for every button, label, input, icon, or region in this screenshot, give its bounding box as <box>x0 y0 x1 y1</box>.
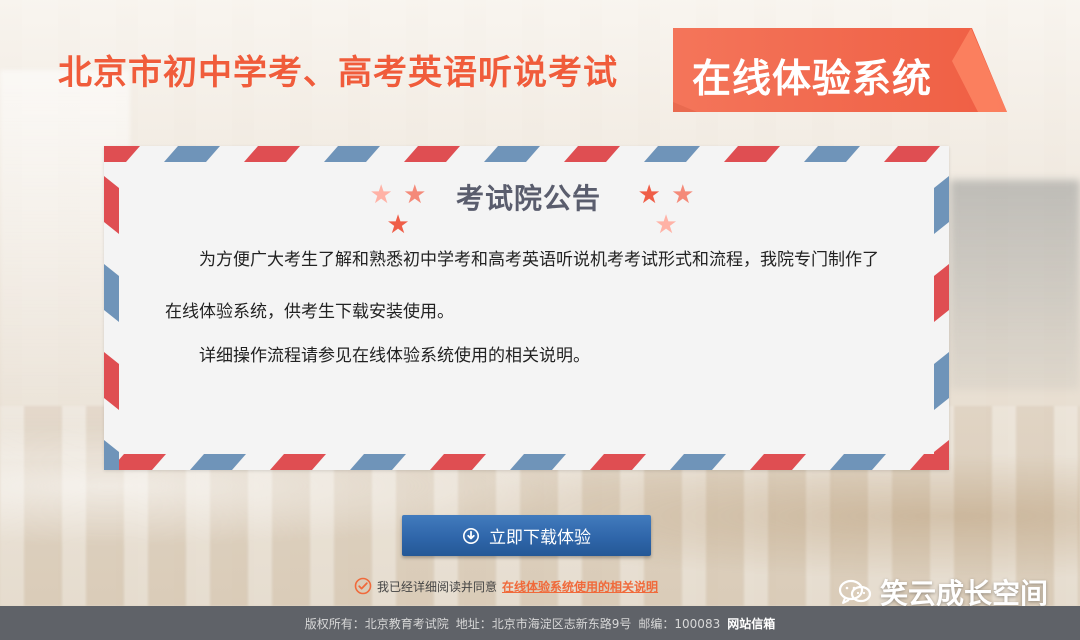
left-border-stripes <box>104 176 119 470</box>
ribbon-label: 在线体验系统 <box>692 58 933 101</box>
right-star-group: ★ ★ ★ <box>622 180 712 240</box>
footer-address: 地址：北京市海淀区志新东路9号 <box>455 616 632 631</box>
notice-heading: ★ ★ ★ 考试院公告 ★ ★ ★ <box>104 176 949 240</box>
footer-copyright: 版权所有：北京教育考试院 <box>304 616 449 631</box>
agreement-row: 我已经详细阅读并同意 在线体验系统使用的相关说明 <box>354 575 658 597</box>
star-icon: ★ <box>671 180 695 210</box>
notice-paragraph-1: 为方便广大考生了解和熟悉初中学考和高考英语听说机考考试形式和流程，我院专门制作了… <box>165 250 879 322</box>
footer-bar: 版权所有：北京教育考试院 地址：北京市海淀区志新东路9号 邮编：100083 网… <box>0 606 1080 640</box>
notice-body: 为方便广大考生了解和熟悉初中学考和高考英语听说机考考试形式和流程，我院专门制作了… <box>165 234 880 371</box>
usage-instructions-link[interactable]: 在线体验系统使用的相关说明 <box>502 578 658 595</box>
star-icon: ★ <box>369 180 393 210</box>
bottom-border-stripes <box>110 454 949 470</box>
left-star-group: ★ ★ ★ <box>354 180 444 240</box>
footer-postcode: 邮编：100083 <box>638 616 721 631</box>
right-border-stripes <box>934 176 949 470</box>
website-mailbox-link[interactable]: 网站信箱 <box>727 615 775 632</box>
top-border-stripes <box>104 146 940 162</box>
download-button[interactable]: 立即下载体验 <box>402 515 651 556</box>
page-title: 北京市初中学考、高考英语听说考试 <box>58 54 618 92</box>
background-board <box>950 180 1080 390</box>
check-circle-icon[interactable] <box>354 577 372 595</box>
notice-card: ★ ★ ★ 考试院公告 ★ ★ ★ 为方便广大考生了解和熟悉初中学考和高考英语听… <box>104 146 949 470</box>
download-button-label: 立即下载体验 <box>489 528 591 547</box>
title-ribbon: 在线体验系统 <box>673 28 1007 112</box>
star-icon: ★ <box>637 180 661 210</box>
wechat-icon <box>838 578 872 606</box>
download-circle-icon <box>462 527 480 545</box>
notice-title: 考试院公告 <box>455 183 601 214</box>
star-icon: ★ <box>403 180 427 210</box>
agreement-text: 我已经详细阅读并同意 <box>377 579 498 594</box>
notice-paragraph-2: 详细操作流程请参见在线体验系统使用的相关说明。 <box>199 346 590 366</box>
